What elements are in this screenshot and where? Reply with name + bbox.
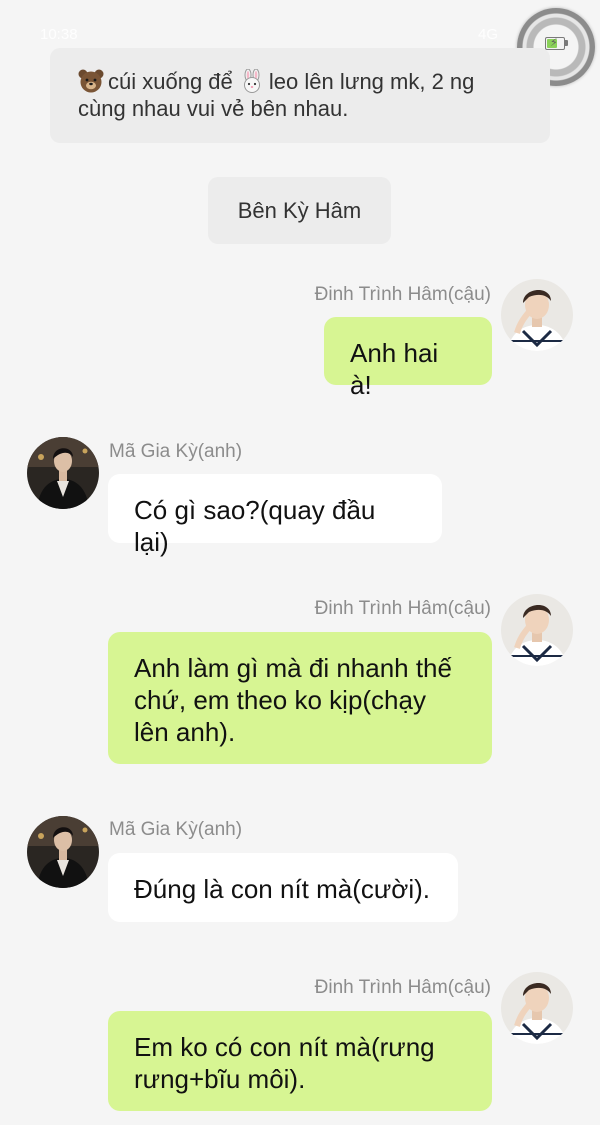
narration-text-a: cúi xuống để: [108, 69, 233, 94]
bear-emoji-icon: [78, 69, 104, 93]
message-bubble-outgoing[interactable]: Em ko có con nít mà(rưng rưng+bĩu môi).: [108, 1011, 492, 1111]
status-network: 4G: [478, 26, 499, 43]
message-bubble-incoming[interactable]: Đúng là con nít mà(cười).: [108, 853, 458, 922]
person-avatar-icon: [501, 594, 573, 666]
message-bubble-incoming[interactable]: Có gì sao?(quay đầu lại): [108, 474, 442, 557]
battery-tip-icon: [565, 40, 568, 46]
sender-name: Mã Gia Kỳ(anh): [109, 819, 243, 840]
person-avatar-icon: [501, 279, 573, 351]
sender-name: Đinh Trình Hâm(cậu): [314, 284, 491, 305]
sender-name: Mã Gia Kỳ(anh): [109, 441, 243, 462]
sender-name: Đinh Trình Hâm(cậu): [314, 977, 491, 998]
person-avatar-icon: [501, 972, 573, 1044]
avatar-ma-jiaqi[interactable]: [27, 816, 99, 888]
scene-narration-bubble: Bên Kỳ Hâm: [208, 177, 391, 244]
avatar-ding-chengxin[interactable]: [501, 594, 573, 666]
avatar-ding-chengxin[interactable]: [501, 972, 573, 1044]
sender-name: Đinh Trình Hâm(cậu): [314, 598, 491, 619]
person-avatar-icon: [27, 816, 99, 888]
message-bubble-outgoing[interactable]: Anh hai à!: [324, 317, 492, 400]
avatar-ding-chengxin[interactable]: [501, 279, 573, 351]
rabbit-emoji-icon: [239, 68, 265, 93]
avatar-ma-jiaqi[interactable]: [27, 437, 99, 509]
charging-bolt-icon: ⚡: [550, 37, 558, 49]
status-time: 10:38: [40, 26, 78, 43]
person-avatar-icon: [27, 437, 99, 509]
message-bubble-outgoing[interactable]: Anh làm gì mà đi nhanh thế chứ, em theo …: [108, 632, 492, 764]
narration-bubble: cúi xuống để leo lên lưng mk, 2 ng cùng …: [50, 48, 550, 143]
